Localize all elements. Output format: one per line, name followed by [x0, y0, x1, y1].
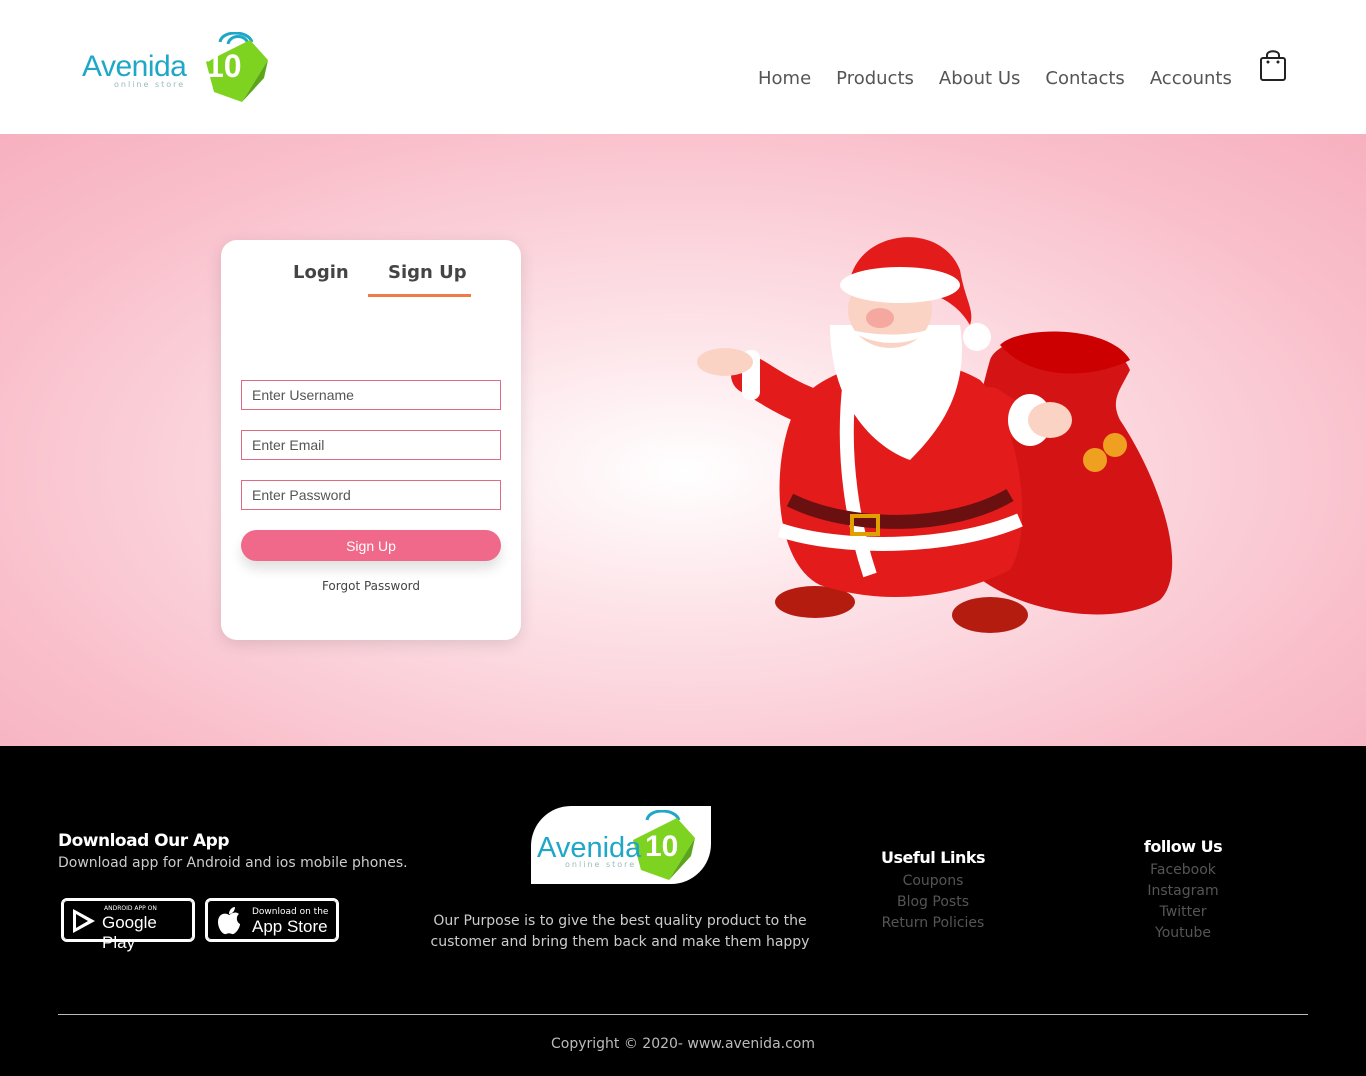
brand-logo[interactable]: Avenida 10 online store — [82, 28, 272, 106]
logo-wordmark: Avenida — [82, 50, 187, 83]
forgot-password-link[interactable]: Forgot Password — [221, 579, 521, 593]
footer-logo-tagline: online store — [565, 860, 637, 869]
nav-accounts[interactable]: Accounts — [1150, 68, 1232, 89]
useful-links-title: Useful Links — [880, 848, 986, 867]
active-tab-indicator — [368, 294, 471, 297]
tab-signup[interactable]: Sign Up — [388, 262, 467, 283]
download-subtitle: Download app for Android and ios mobile … — [58, 855, 408, 871]
hero-section: Login Sign Up Sign Up Forgot Password — [0, 134, 1366, 746]
nav-products[interactable]: Products — [836, 68, 914, 89]
site-header: Avenida 10 online store Home Products Ab… — [0, 0, 1366, 134]
link-return-policies[interactable]: Return Policies — [833, 913, 1033, 934]
social-links-list: Facebook Instagram Twitter Youtube — [1083, 860, 1283, 944]
app-store-small-label: Download on the — [252, 907, 329, 917]
shopping-bag-icon[interactable] — [1259, 48, 1287, 82]
link-facebook[interactable]: Facebook — [1083, 860, 1283, 881]
follow-us-title: follow Us — [1143, 837, 1223, 856]
useful-links-list: Coupons Blog Posts Return Policies — [833, 871, 1033, 934]
username-input[interactable] — [241, 380, 501, 410]
nav-contacts[interactable]: Contacts — [1045, 68, 1124, 89]
signup-button[interactable]: Sign Up — [241, 530, 501, 561]
link-youtube[interactable]: Youtube — [1083, 923, 1283, 944]
auth-card: Login Sign Up Sign Up Forgot Password — [221, 240, 521, 640]
link-instagram[interactable]: Instagram — [1083, 881, 1283, 902]
logo-number: 10 — [206, 48, 242, 84]
link-coupons[interactable]: Coupons — [833, 871, 1033, 892]
link-blog-posts[interactable]: Blog Posts — [833, 892, 1033, 913]
google-play-button[interactable]: ANDROID APP ON Google Play — [61, 898, 195, 952]
google-play-label: Google Play — [102, 913, 157, 952]
email-input[interactable] — [241, 430, 501, 460]
footer-logo[interactable]: Avenida 10 online store — [531, 806, 711, 884]
site-footer: Download Our App Download app for Androi… — [0, 746, 1366, 1076]
copyright-text: Copyright © 2020- www.avenida.com — [550, 1036, 815, 1052]
auth-tabs: Login Sign Up — [221, 262, 521, 302]
app-store-label: App Store — [252, 917, 328, 936]
purpose-text: Our Purpose is to give the best quality … — [430, 913, 810, 950]
download-title: Download Our App — [58, 831, 230, 851]
link-twitter[interactable]: Twitter — [1083, 902, 1283, 923]
password-input[interactable] — [241, 480, 501, 510]
google-play-icon — [73, 909, 95, 933]
google-play-small-label: ANDROID APP ON — [104, 905, 157, 912]
tab-login[interactable]: Login — [293, 262, 349, 283]
santa-illustration — [697, 237, 1173, 633]
logo-tagline: online store — [114, 80, 186, 89]
main-nav: Home Products About Us Contacts Accounts — [758, 68, 1232, 89]
apple-icon — [218, 907, 240, 935]
nav-home[interactable]: Home — [758, 68, 811, 89]
footer-divider — [58, 1014, 1308, 1015]
app-store-button[interactable]: Download on the App Store — [205, 898, 339, 942]
footer-logo-number: 10 — [645, 830, 679, 863]
nav-about-us[interactable]: About Us — [939, 68, 1021, 89]
